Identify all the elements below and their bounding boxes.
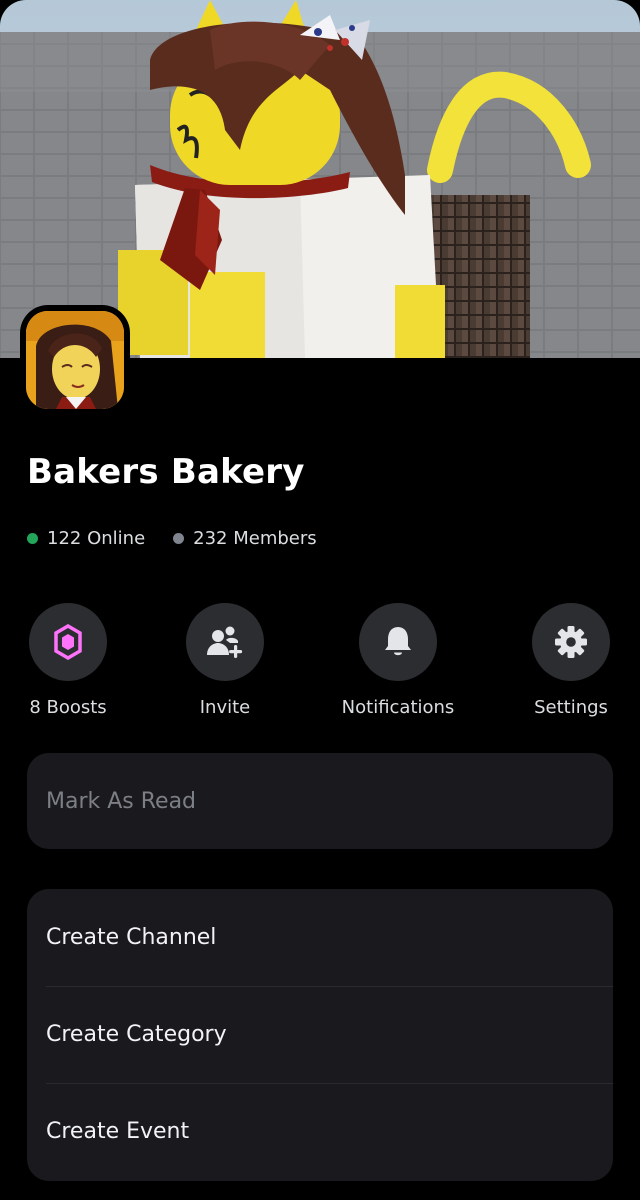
server-stats: 122 Online 232 Members <box>27 526 345 550</box>
gear-icon <box>555 626 587 658</box>
online-dot-icon <box>27 532 38 544</box>
boosts-circle[interactable] <box>29 603 107 681</box>
invite-label: Invite <box>199 697 251 718</box>
invite-circle[interactable] <box>186 603 264 681</box>
settings-label: Settings <box>534 697 608 718</box>
mark-as-read-label: Mark As Read <box>46 789 197 814</box>
create-category-label: Create Category <box>46 1022 227 1047</box>
invite-button[interactable]: Invite <box>155 603 295 718</box>
server-actions: 8 Boosts Invite Notifications Settings <box>0 603 640 723</box>
boost-gem-icon <box>54 624 82 660</box>
settings-circle[interactable] <box>532 603 610 681</box>
server-name: Bakers Bakery <box>27 452 305 492</box>
member-count: 232 Members <box>193 527 317 549</box>
server-sheet: Bakers Bakery 122 Online 232 Members 8 B… <box>0 0 640 1200</box>
create-event-item[interactable]: Create Event <box>27 1083 613 1180</box>
online-stat: 122 Online <box>27 528 145 549</box>
member-stat: 232 Members <box>173 528 317 549</box>
notifications-circle[interactable] <box>359 603 437 681</box>
server-avatar-image <box>26 311 124 409</box>
mark-as-read-button[interactable]: Mark As Read <box>27 753 613 850</box>
notifications-button[interactable]: Notifications <box>328 603 468 718</box>
create-menu: Create Channel Create Category Create Ev… <box>27 889 613 1181</box>
create-channel-label: Create Channel <box>46 925 217 950</box>
create-category-item[interactable]: Create Category <box>27 986 613 1083</box>
settings-button[interactable]: Settings <box>501 603 640 718</box>
mark-as-read-card: Mark As Read <box>27 753 613 849</box>
add-user-icon <box>207 626 243 658</box>
member-dot-icon <box>173 532 185 544</box>
notifications-label: Notifications <box>341 697 455 718</box>
create-event-label: Create Event <box>46 1119 190 1144</box>
create-channel-item[interactable]: Create Channel <box>27 889 613 986</box>
boosts-label: 8 Boosts <box>29 697 107 718</box>
server-icon[interactable] <box>20 305 130 415</box>
boosts-button[interactable]: 8 Boosts <box>0 603 138 718</box>
bell-icon <box>385 627 411 656</box>
online-count: 122 Online <box>47 527 146 549</box>
